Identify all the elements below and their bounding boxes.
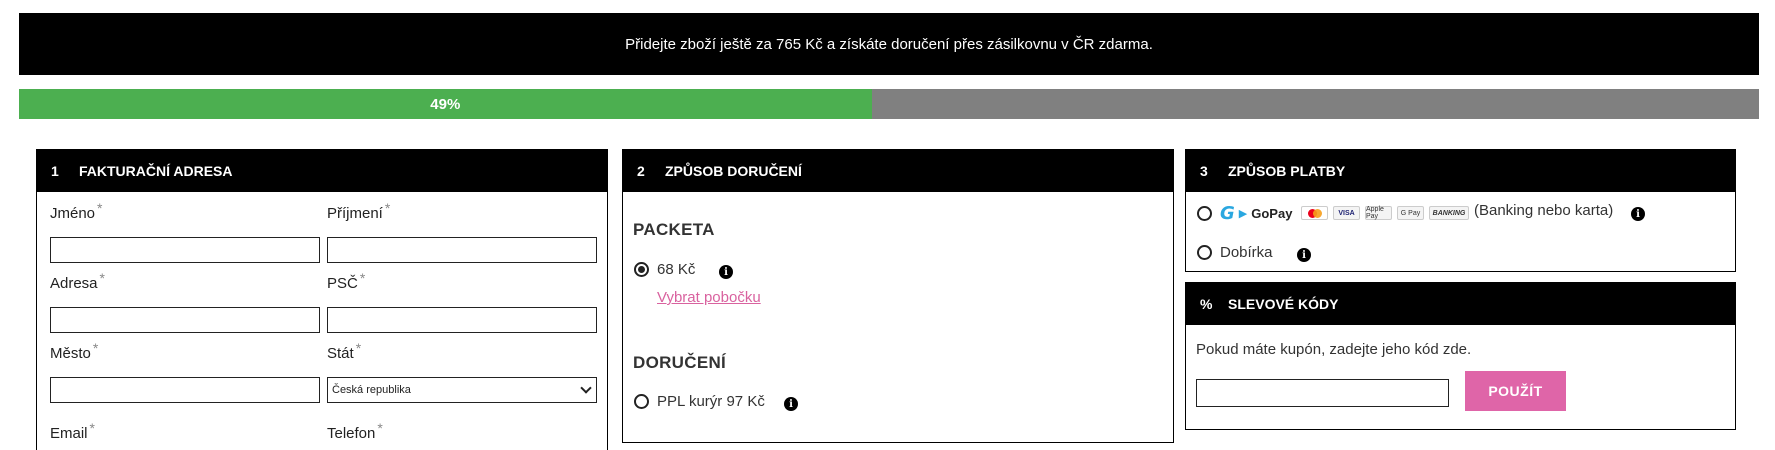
gopay-logo: G ▶ GoPay (1220, 203, 1292, 224)
required-marker: * (355, 340, 362, 356)
country-label: Stát * (327, 340, 361, 362)
billing-title: FAKTURAČNÍ ADRESA (79, 163, 233, 179)
payment-method-panel: 3 ZPŮSOB PLATBY G ▶ GoPay VISA Apple Pay… (1185, 149, 1736, 272)
payment-method-header: 3 ZPŮSOB PLATBY (1186, 150, 1735, 192)
info-icon[interactable]: i (719, 265, 733, 279)
free-shipping-progress-bar: 49% (19, 89, 1759, 119)
delivery-heading: DORUČENÍ (633, 353, 727, 372)
free-shipping-text: Přidejte zboží ještě za 765 Kč a získáte… (625, 35, 1153, 53)
info-icon[interactable]: i (784, 397, 798, 411)
apply-coupon-button[interactable]: POUŽÍT (1465, 371, 1566, 411)
progress-label: 49% (430, 95, 461, 113)
first-name-input[interactable] (50, 237, 320, 263)
delivery-method-header: 2 ZPŮSOB DORUČENÍ (623, 150, 1173, 192)
gopay-g-icon: G (1220, 203, 1235, 224)
apple-pay-icon: Apple Pay (1365, 206, 1392, 220)
billing-step-number: 1 (51, 163, 59, 179)
billing-address-panel: 1 FAKTURAČNÍ ADRESA Jméno * Příjmení * Adr… (36, 149, 608, 450)
gopay-arrow-icon: ▶ (1238, 208, 1248, 220)
required-marker: * (359, 270, 366, 286)
cod-label: Dobírka (1220, 244, 1273, 261)
packeta-price: 68 Kč (657, 261, 696, 278)
coupon-instructions: Pokud máte kupón, zadejte jeho kód zde. (1196, 341, 1472, 358)
required-marker: * (377, 420, 383, 436)
banking-icon: BANKING (1429, 206, 1469, 220)
payment-title: ZPŮSOB PLATBY (1228, 163, 1346, 179)
discount-codes-panel: % SLEVOVÉ KÓDY Pokud máte kupón, zadejte… (1185, 282, 1736, 430)
required-marker: * (384, 200, 391, 216)
select-branch-link[interactable]: Vybrat pobočku (657, 289, 761, 306)
coupon-code-input[interactable] (1196, 379, 1449, 407)
google-pay-icon: G Pay (1397, 206, 1424, 220)
last-name-label-text: Příjmení (327, 205, 383, 222)
zip-input[interactable] (327, 307, 597, 333)
gopay-radio[interactable] (1197, 206, 1212, 221)
payment-step-number: 3 (1200, 163, 1208, 179)
last-name-label: Příjmení * (327, 200, 390, 222)
country-select-value: Česká republika (332, 384, 411, 396)
address-input[interactable] (50, 307, 320, 333)
info-icon[interactable]: i (1297, 248, 1311, 262)
gopay-logo-text: GoPay (1251, 206, 1293, 221)
discount-codes-header: % SLEVOVÉ KÓDY (1186, 283, 1735, 325)
zip-label: PSČ * (327, 270, 365, 292)
required-marker: * (89, 420, 95, 436)
country-label-text: Stát (327, 345, 354, 362)
first-name-label: Jméno * (50, 200, 102, 222)
info-icon[interactable]: i (1631, 207, 1645, 221)
discount-codes-title: SLEVOVÉ KÓDY (1228, 296, 1339, 312)
gopay-description: (Banking nebo karta) (1474, 202, 1614, 219)
city-label-text: Město (50, 345, 91, 362)
required-marker: * (92, 340, 99, 356)
free-shipping-banner: Přidejte zboží ještě za 765 Kč a získáte… (19, 13, 1759, 75)
address-label-text: Adresa (50, 275, 98, 292)
cod-radio[interactable] (1197, 245, 1212, 260)
packeta-heading: PACKETA (633, 220, 715, 239)
zip-label-text: PSČ (327, 275, 358, 292)
phone-label: Telefon * (327, 420, 383, 442)
billing-address-header: 1 FAKTURAČNÍ ADRESA (37, 150, 607, 192)
visa-icon: VISA (1333, 206, 1360, 220)
delivery-step-number: 2 (637, 163, 645, 179)
chevron-down-icon (580, 382, 592, 394)
country-select[interactable]: Česká republika (327, 377, 597, 403)
required-marker: * (97, 200, 103, 216)
required-marker: * (99, 270, 105, 286)
email-label-text: Email (50, 425, 88, 442)
delivery-title: ZPŮSOB DORUČENÍ (665, 163, 802, 179)
address-label: Adresa * (50, 270, 105, 292)
city-label: Město * (50, 340, 98, 362)
city-input[interactable] (50, 377, 320, 403)
ppl-courier-label: PPL kurýr 97 Kč (657, 393, 765, 410)
first-name-label-text: Jméno (50, 205, 96, 222)
phone-label-text: Telefon (327, 425, 376, 442)
last-name-input[interactable] (327, 237, 597, 263)
packeta-radio[interactable] (634, 262, 649, 277)
email-label: Email * (50, 420, 95, 442)
percent-icon: % (1200, 296, 1213, 312)
mastercard-icon (1301, 206, 1328, 220)
ppl-courier-radio[interactable] (634, 394, 649, 409)
progress-fill: 49% (19, 89, 872, 119)
delivery-method-panel: 2 ZPŮSOB DORUČENÍ PACKETA 68 Kč i Vybrat… (622, 149, 1174, 443)
